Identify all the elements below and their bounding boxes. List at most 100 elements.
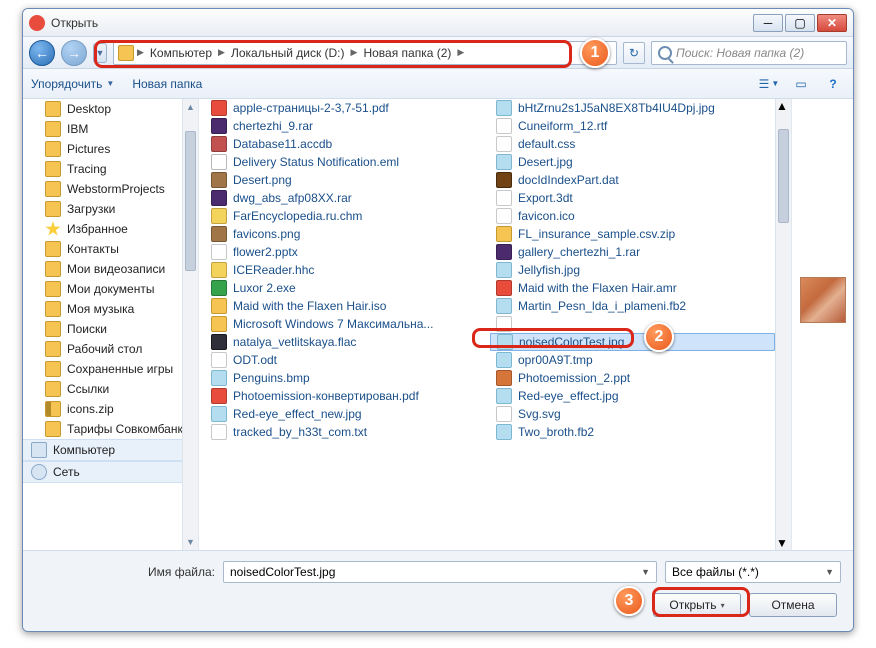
file-item[interactable]: dwg_abs_afp08XX.rar	[205, 189, 490, 207]
file-icon	[496, 424, 512, 440]
file-item[interactable]: FarEncyclopedia.ru.chm	[205, 207, 490, 225]
file-item[interactable]: Desert.png	[205, 171, 490, 189]
sidebar-root[interactable]: Сеть	[23, 461, 198, 483]
file-item[interactable]: Photoemission-конвертирован.pdf	[205, 387, 490, 405]
sidebar-item[interactable]: icons.zip	[23, 399, 198, 419]
file-item[interactable]	[490, 315, 775, 333]
sidebar-item-label: icons.zip	[67, 402, 114, 416]
file-item[interactable]: ODT.odt	[205, 351, 490, 369]
file-item[interactable]: Maid with the Flaxen Hair.iso	[205, 297, 490, 315]
crumb-disk[interactable]: Локальный диск (D:)	[228, 46, 348, 60]
file-icon	[211, 244, 227, 260]
scroll-thumb[interactable]	[185, 131, 196, 271]
sidebar-item[interactable]: Сохраненные игры	[23, 359, 198, 379]
file-item[interactable]: opr00A9T.tmp	[490, 351, 775, 369]
file-item[interactable]: Maid with the Flaxen Hair.amr	[490, 279, 775, 297]
scroll-up-icon[interactable]: ▲	[183, 99, 198, 115]
file-item[interactable]: noisedColorTest.jpg	[490, 333, 775, 351]
file-type-filter[interactable]: Все файлы (*.*) ▼	[665, 561, 841, 583]
minimize-button[interactable]: ─	[753, 14, 783, 32]
sidebar-item[interactable]: Desktop	[23, 99, 198, 119]
filelist-scrollbar[interactable]: ▲ ▼	[775, 99, 791, 550]
file-item[interactable]: apple-страницы-2-3,7-51.pdf	[205, 99, 490, 117]
chevron-down-icon[interactable]: ▼	[641, 567, 650, 577]
sidebar-item-label: Контакты	[67, 242, 119, 256]
sidebar-item[interactable]: Тарифы Совкомбанк	[23, 419, 198, 439]
sidebar-item[interactable]: Моя музыка	[23, 299, 198, 319]
file-item[interactable]: flower2.pptx	[205, 243, 490, 261]
breadcrumb[interactable]: ▶ Компьютер ▶ Локальный диск (D:) ▶ Нова…	[113, 41, 617, 65]
file-item[interactable]: natalya_vetlitskaya.flac	[205, 333, 490, 351]
file-name: Red-eye_effect_new.jpg	[233, 407, 362, 421]
file-item[interactable]: chertezhi_9.rar	[205, 117, 490, 135]
sidebar-item[interactable]: Tracing	[23, 159, 198, 179]
scroll-down-icon[interactable]: ▼	[776, 536, 791, 550]
forward-button[interactable]: →	[61, 40, 87, 66]
crumb-folder[interactable]: Новая папка (2)	[360, 46, 454, 60]
file-item[interactable]: bHtZrnu2s1J5aN8EX8Tb4IU4Dpj.jpg	[490, 99, 775, 117]
sidebar-item[interactable]: Мои видеозаписи	[23, 259, 198, 279]
file-item[interactable]: Delivery Status Notification.eml	[205, 153, 490, 171]
file-item[interactable]: favicons.png	[205, 225, 490, 243]
refresh-button[interactable]: ↻	[623, 42, 645, 64]
file-item[interactable]: tracked_by_h33t_com.txt	[205, 423, 490, 441]
close-button[interactable]: ✕	[817, 14, 847, 32]
sidebar-item[interactable]: Мои документы	[23, 279, 198, 299]
file-item[interactable]: Svg.svg	[490, 405, 775, 423]
file-item[interactable]: Jellyfish.jpg	[490, 261, 775, 279]
crumb-computer[interactable]: Компьютер	[147, 46, 215, 60]
file-item[interactable]: Red-eye_effect.jpg	[490, 387, 775, 405]
file-item[interactable]: gallery_chertezhi_1.rar	[490, 243, 775, 261]
sidebar-item[interactable]: Рабочий стол	[23, 339, 198, 359]
file-item[interactable]: favicon.ico	[490, 207, 775, 225]
file-item[interactable]: Penguins.bmp	[205, 369, 490, 387]
chevron-down-icon[interactable]: ▼	[825, 567, 834, 577]
file-item[interactable]: Database11.accdb	[205, 135, 490, 153]
file-name: docIdIndexPart.dat	[518, 173, 619, 187]
scroll-thumb[interactable]	[778, 129, 789, 223]
preview-pane-button[interactable]: ▭	[789, 74, 813, 94]
organize-menu[interactable]: Упорядочить▼	[31, 77, 114, 91]
maximize-button[interactable]: ▢	[785, 14, 815, 32]
cancel-button[interactable]: Отмена	[749, 593, 837, 617]
callout-2: 2	[644, 322, 674, 352]
sidebar-item[interactable]: Ссылки	[23, 379, 198, 399]
file-item[interactable]: docIdIndexPart.dat	[490, 171, 775, 189]
sidebar-item[interactable]: Контакты	[23, 239, 198, 259]
sidebar-root[interactable]: Компьютер	[23, 439, 198, 461]
file-item[interactable]: Martin_Pesn_lda_i_plameni.fb2	[490, 297, 775, 315]
sidebar-item[interactable]: Избранное	[23, 219, 198, 239]
file-item[interactable]: default.css	[490, 135, 775, 153]
sidebar-scrollbar[interactable]: ▲ ▼	[182, 99, 198, 550]
file-item[interactable]: Luxor 2.exe	[205, 279, 490, 297]
filename-input[interactable]: noisedColorTest.jpg ▼	[223, 561, 657, 583]
file-item[interactable]: Microsoft Windows 7 Максимальна...	[205, 315, 490, 333]
back-button[interactable]: ←	[29, 40, 55, 66]
file-item[interactable]: Photoemission_2.ppt	[490, 369, 775, 387]
sidebar-item[interactable]: WebstormProjects	[23, 179, 198, 199]
search-input[interactable]: Поиск: Новая папка (2)	[651, 41, 847, 65]
file-name: tracked_by_h33t_com.txt	[233, 425, 367, 439]
file-item[interactable]: Red-eye_effect_new.jpg	[205, 405, 490, 423]
file-item[interactable]: Two_broth.fb2	[490, 423, 775, 441]
file-item[interactable]: Export.3dt	[490, 189, 775, 207]
sidebar-item[interactable]: IBM	[23, 119, 198, 139]
folder-icon	[45, 401, 61, 417]
sidebar-item[interactable]: Поиски	[23, 319, 198, 339]
file-item[interactable]: Desert.jpg	[490, 153, 775, 171]
sidebar-item[interactable]: Pictures	[23, 139, 198, 159]
file-item[interactable]: Cuneiform_12.rtf	[490, 117, 775, 135]
scroll-up-icon[interactable]: ▲	[776, 99, 791, 113]
file-item[interactable]: FL_insurance_sample.csv.zip	[490, 225, 775, 243]
open-button[interactable]: Открыть▾	[653, 593, 741, 617]
split-dropdown-icon[interactable]: ▾	[721, 601, 725, 610]
sidebar-item[interactable]: Загрузки	[23, 199, 198, 219]
file-item[interactable]: ICEReader.hhc	[205, 261, 490, 279]
dialog-bottom: Имя файла: noisedColorTest.jpg ▼ Все фай…	[23, 551, 853, 631]
new-folder-button[interactable]: Новая папка	[132, 77, 202, 91]
view-mode-button[interactable]: ☰ ▼	[757, 74, 781, 94]
help-button[interactable]: ?	[821, 74, 845, 94]
scroll-down-icon[interactable]: ▼	[183, 534, 198, 550]
history-dropdown[interactable]: ▼	[93, 43, 107, 63]
file-name: ICEReader.hhc	[233, 263, 314, 277]
